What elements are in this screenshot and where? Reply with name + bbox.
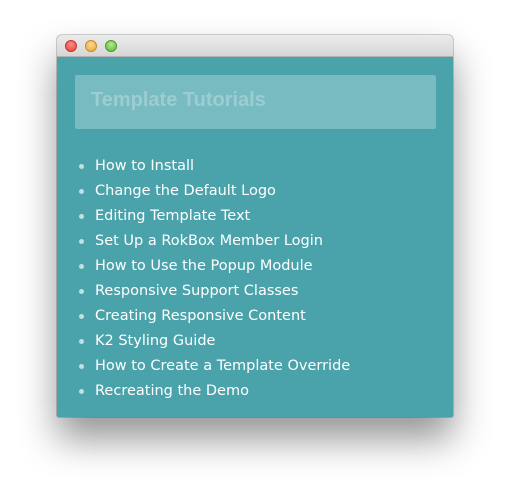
tutorial-label: Set Up a RokBox Member Login: [95, 233, 323, 249]
close-window-button[interactable]: [65, 40, 77, 52]
tutorial-link-responsive-support-classes[interactable]: Responsive Support Classes: [79, 281, 350, 306]
tutorial-label: Change the Default Logo: [95, 183, 276, 199]
bullet-icon: [79, 314, 84, 319]
tutorial-link-rokbox-member-login[interactable]: Set Up a RokBox Member Login: [79, 231, 350, 256]
tutorial-label: Recreating the Demo: [95, 383, 249, 399]
tutorial-link-editing-template-text[interactable]: Editing Template Text: [79, 206, 350, 231]
tutorial-label: Creating Responsive Content: [95, 308, 306, 324]
tutorial-label: How to Create a Template Override: [95, 358, 351, 374]
tutorial-link-creating-responsive-content[interactable]: Creating Responsive Content: [79, 306, 350, 331]
tutorial-link-k2-styling-guide[interactable]: K2 Styling Guide: [79, 331, 350, 356]
minimize-window-button[interactable]: [85, 40, 97, 52]
tutorial-label: How to Install: [95, 158, 195, 174]
tutorial-link-recreating-demo[interactable]: Recreating the Demo: [79, 381, 350, 406]
tutorial-label: How to Use the Popup Module: [95, 258, 313, 274]
zoom-window-button[interactable]: [105, 40, 117, 52]
app-window: Template Tutorials How to Install Change…: [57, 35, 453, 417]
bullet-icon: [79, 264, 84, 269]
tutorial-list: How to Install Change the Default Logo E…: [79, 156, 350, 406]
bullet-icon: [79, 364, 84, 369]
tutorial-link-how-to-install[interactable]: How to Install: [79, 156, 350, 181]
bullet-icon: [79, 214, 84, 219]
bullet-icon: [79, 189, 84, 194]
window-titlebar[interactable]: [57, 35, 453, 57]
page-title: Template Tutorials: [91, 89, 266, 111]
tutorial-label: K2 Styling Guide: [95, 333, 216, 349]
tutorial-link-change-default-logo[interactable]: Change the Default Logo: [79, 181, 350, 206]
bullet-icon: [79, 389, 84, 394]
bullet-icon: [79, 239, 84, 244]
tutorial-label: Editing Template Text: [95, 208, 251, 224]
header-box: Template Tutorials: [75, 75, 436, 129]
bullet-icon: [79, 289, 84, 294]
tutorial-link-template-override[interactable]: How to Create a Template Override: [79, 356, 350, 381]
window-content: Template Tutorials How to Install Change…: [57, 57, 453, 417]
tutorial-label: Responsive Support Classes: [95, 283, 299, 299]
bullet-icon: [79, 164, 84, 169]
bullet-icon: [79, 339, 84, 344]
tutorial-link-popup-module[interactable]: How to Use the Popup Module: [79, 256, 350, 281]
